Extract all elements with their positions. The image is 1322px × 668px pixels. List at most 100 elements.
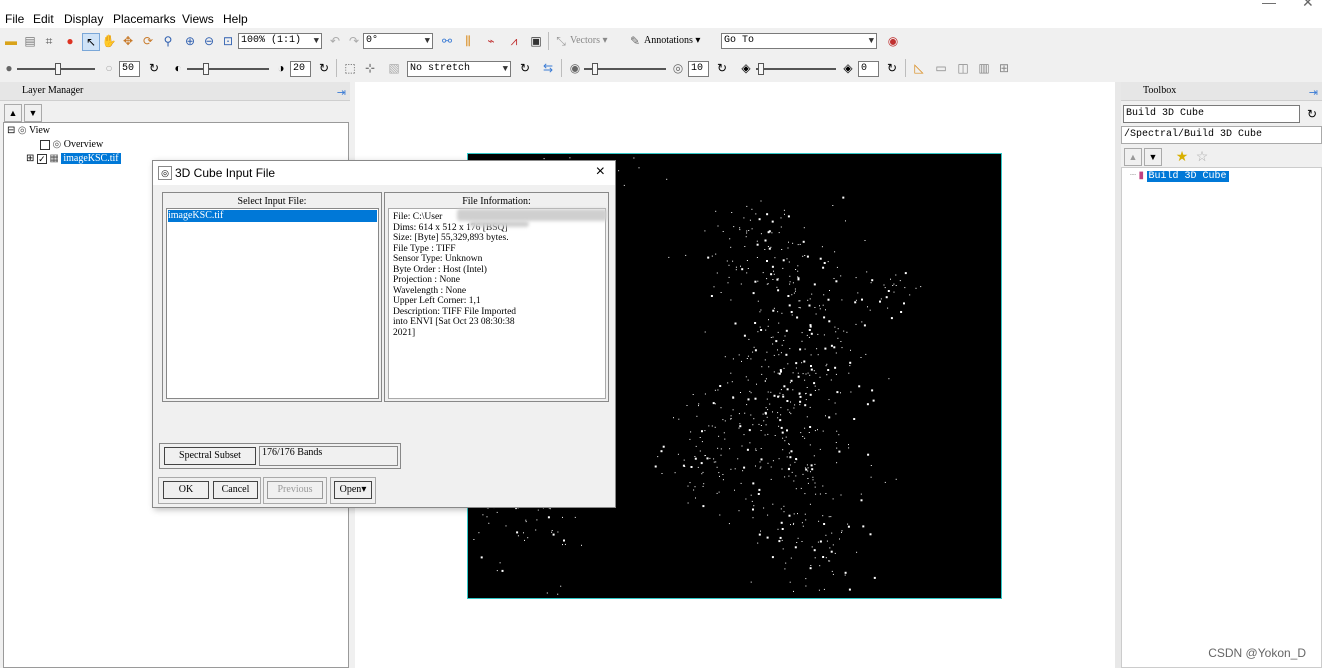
- refresh-stretch-icon[interactable]: ↻: [517, 60, 533, 76]
- toolbox-result-item[interactable]: ┈ ▮ Build 3D Cube: [1130, 170, 1229, 182]
- raster-speckle: [805, 585, 807, 587]
- spectral-subset-button[interactable]: Spectral Subset: [164, 447, 256, 465]
- placemark-icon[interactable]: ●: [62, 33, 78, 49]
- stretch-select[interactable]: No stretch ▼: [407, 61, 511, 77]
- view-four-icon[interactable]: ⊞: [996, 60, 1012, 76]
- reset-transparency-icon[interactable]: ↻: [884, 60, 900, 76]
- raster-speckle: [716, 466, 718, 468]
- sharpen-slider[interactable]: [592, 63, 598, 75]
- rotation-select[interactable]: 0° ▼: [363, 33, 433, 49]
- zoom-icon[interactable]: ⚲: [160, 33, 176, 49]
- menu-placemarks[interactable]: Placemarks: [113, 12, 176, 26]
- open-folder-icon[interactable]: ▬: [3, 33, 19, 49]
- cancel-button[interactable]: Cancel: [213, 481, 258, 499]
- profile-icon[interactable]: ⌁: [483, 33, 499, 49]
- ok-button[interactable]: OK: [163, 481, 209, 499]
- contrast-field[interactable]: 20: [290, 61, 311, 77]
- menu-edit[interactable]: Edit: [33, 12, 54, 26]
- minimize-icon[interactable]: —: [1262, 0, 1276, 10]
- stretch-icon[interactable]: ▧: [386, 60, 402, 76]
- collapse-all-icon[interactable]: ▲: [4, 104, 22, 122]
- stretch-roi-icon[interactable]: ⬚: [342, 60, 358, 76]
- dock-panel-icon[interactable]: ⇥: [337, 84, 346, 102]
- raster-speckle: [844, 574, 846, 576]
- raster-speckle: [848, 447, 850, 449]
- crosshair-icon[interactable]: ⊹: [362, 60, 378, 76]
- tree-node-layer[interactable]: ⊞ ✓ ▦ imageKSC.tif: [26, 153, 121, 164]
- rotate-left-icon[interactable]: ↶: [327, 33, 343, 49]
- view-single-icon[interactable]: ▭: [933, 60, 949, 76]
- input-file-list[interactable]: imageKSC.tif: [166, 208, 379, 399]
- reset-contrast-icon[interactable]: ↻: [316, 60, 332, 76]
- annotations-menu[interactable]: Annotations ▾: [644, 35, 700, 46]
- raster-speckle: [750, 581, 752, 583]
- rotate-right-icon[interactable]: ↷: [346, 33, 362, 49]
- goto-icon[interactable]: ◉: [885, 33, 901, 49]
- reset-sharpen-icon[interactable]: ↻: [714, 60, 730, 76]
- expand-all-icon[interactable]: ▼: [24, 104, 42, 122]
- measure-icon[interactable]: ◺: [911, 60, 927, 76]
- tree-node-view[interactable]: ⊟ ◎ View: [7, 125, 50, 136]
- raster-speckle: [806, 464, 808, 466]
- close-window-icon[interactable]: ✕: [1302, 0, 1314, 10]
- zoom-select[interactable]: 100% (1:1) ▼: [238, 33, 322, 49]
- file-list-item[interactable]: imageKSC.tif: [168, 210, 377, 222]
- vectors-menu[interactable]: Vectors ▾: [570, 35, 608, 46]
- expand-icon[interactable]: ⊞: [26, 153, 34, 164]
- raster-speckle: [524, 539, 525, 541]
- rotate-icon[interactable]: ⟳: [140, 33, 156, 49]
- zoom-out-icon[interactable]: ⊖: [201, 33, 217, 49]
- overview-checkbox[interactable]: [40, 139, 50, 150]
- raster-speckle: [732, 409, 734, 411]
- zoom-full-icon[interactable]: ⊡: [220, 33, 236, 49]
- favorite-outline-icon[interactable]: ☆: [1194, 148, 1210, 164]
- film-icon[interactable]: ▣: [528, 33, 544, 49]
- menu-file[interactable]: File: [5, 12, 24, 26]
- collapse-all-icon[interactable]: ▲: [1124, 148, 1142, 166]
- zoom-in-icon[interactable]: ⊕: [182, 33, 198, 49]
- histogram-stretch-icon[interactable]: ⇆: [540, 60, 556, 76]
- raster-speckle: [673, 417, 674, 419]
- menu-views[interactable]: Views: [182, 12, 214, 26]
- raster-speckle: [674, 472, 676, 474]
- menu-display[interactable]: Display: [64, 12, 103, 26]
- expand-icon[interactable]: ⊟: [7, 125, 15, 136]
- transparency-field[interactable]: 0: [858, 61, 879, 77]
- toolbox-search-input[interactable]: Build 3D Cube: [1123, 105, 1300, 123]
- pan-hand-icon[interactable]: ✋: [101, 33, 117, 49]
- menu-help[interactable]: Help: [223, 12, 248, 26]
- link-icon[interactable]: ⚯: [439, 33, 455, 49]
- vectors-icon[interactable]: ⤡: [553, 33, 569, 49]
- raster-speckle: [869, 533, 872, 536]
- reset-brightness-icon[interactable]: ↻: [146, 60, 162, 76]
- tree-node-overview[interactable]: ◎ Overview: [40, 139, 103, 150]
- previous-button[interactable]: Previous: [267, 481, 323, 499]
- goto-input[interactable]: Go To ▼: [721, 33, 877, 49]
- dock-panel-icon[interactable]: ⇥: [1309, 84, 1318, 102]
- view-three-icon[interactable]: ▥: [976, 60, 992, 76]
- favorite-star-icon[interactable]: ★: [1174, 148, 1190, 164]
- clipboard-icon[interactable]: ▤: [22, 33, 38, 49]
- crop-icon[interactable]: ⌗: [41, 33, 57, 49]
- open-label: Open: [339, 484, 362, 495]
- raster-speckle: [895, 478, 897, 480]
- close-icon[interactable]: ×: [596, 163, 605, 181]
- sharpen-field[interactable]: 10: [688, 61, 709, 77]
- annotation-icon[interactable]: ✎: [627, 33, 643, 49]
- fly-icon[interactable]: ✥: [120, 33, 136, 49]
- select-cursor-icon[interactable]: ↖: [82, 33, 100, 51]
- histogram-icon[interactable]: ⫼: [460, 33, 476, 49]
- brightness-field[interactable]: 50: [119, 61, 140, 77]
- open-button[interactable]: Open▾: [334, 481, 372, 499]
- contrast-slider[interactable]: [203, 63, 209, 75]
- layer-checkbox[interactable]: ✓: [36, 153, 47, 164]
- brightness-slider[interactable]: [55, 63, 61, 75]
- refresh-toolbox-icon[interactable]: ↻: [1304, 106, 1320, 122]
- view-two-icon[interactable]: ◫: [955, 60, 971, 76]
- raster-speckle: [703, 483, 705, 485]
- raster-speckle: [860, 357, 862, 358]
- raster-speckle: [724, 438, 726, 440]
- expand-all-icon[interactable]: ▼: [1144, 148, 1162, 166]
- transparency-slider[interactable]: [758, 63, 764, 75]
- spectral-icon[interactable]: ⩘: [506, 33, 522, 49]
